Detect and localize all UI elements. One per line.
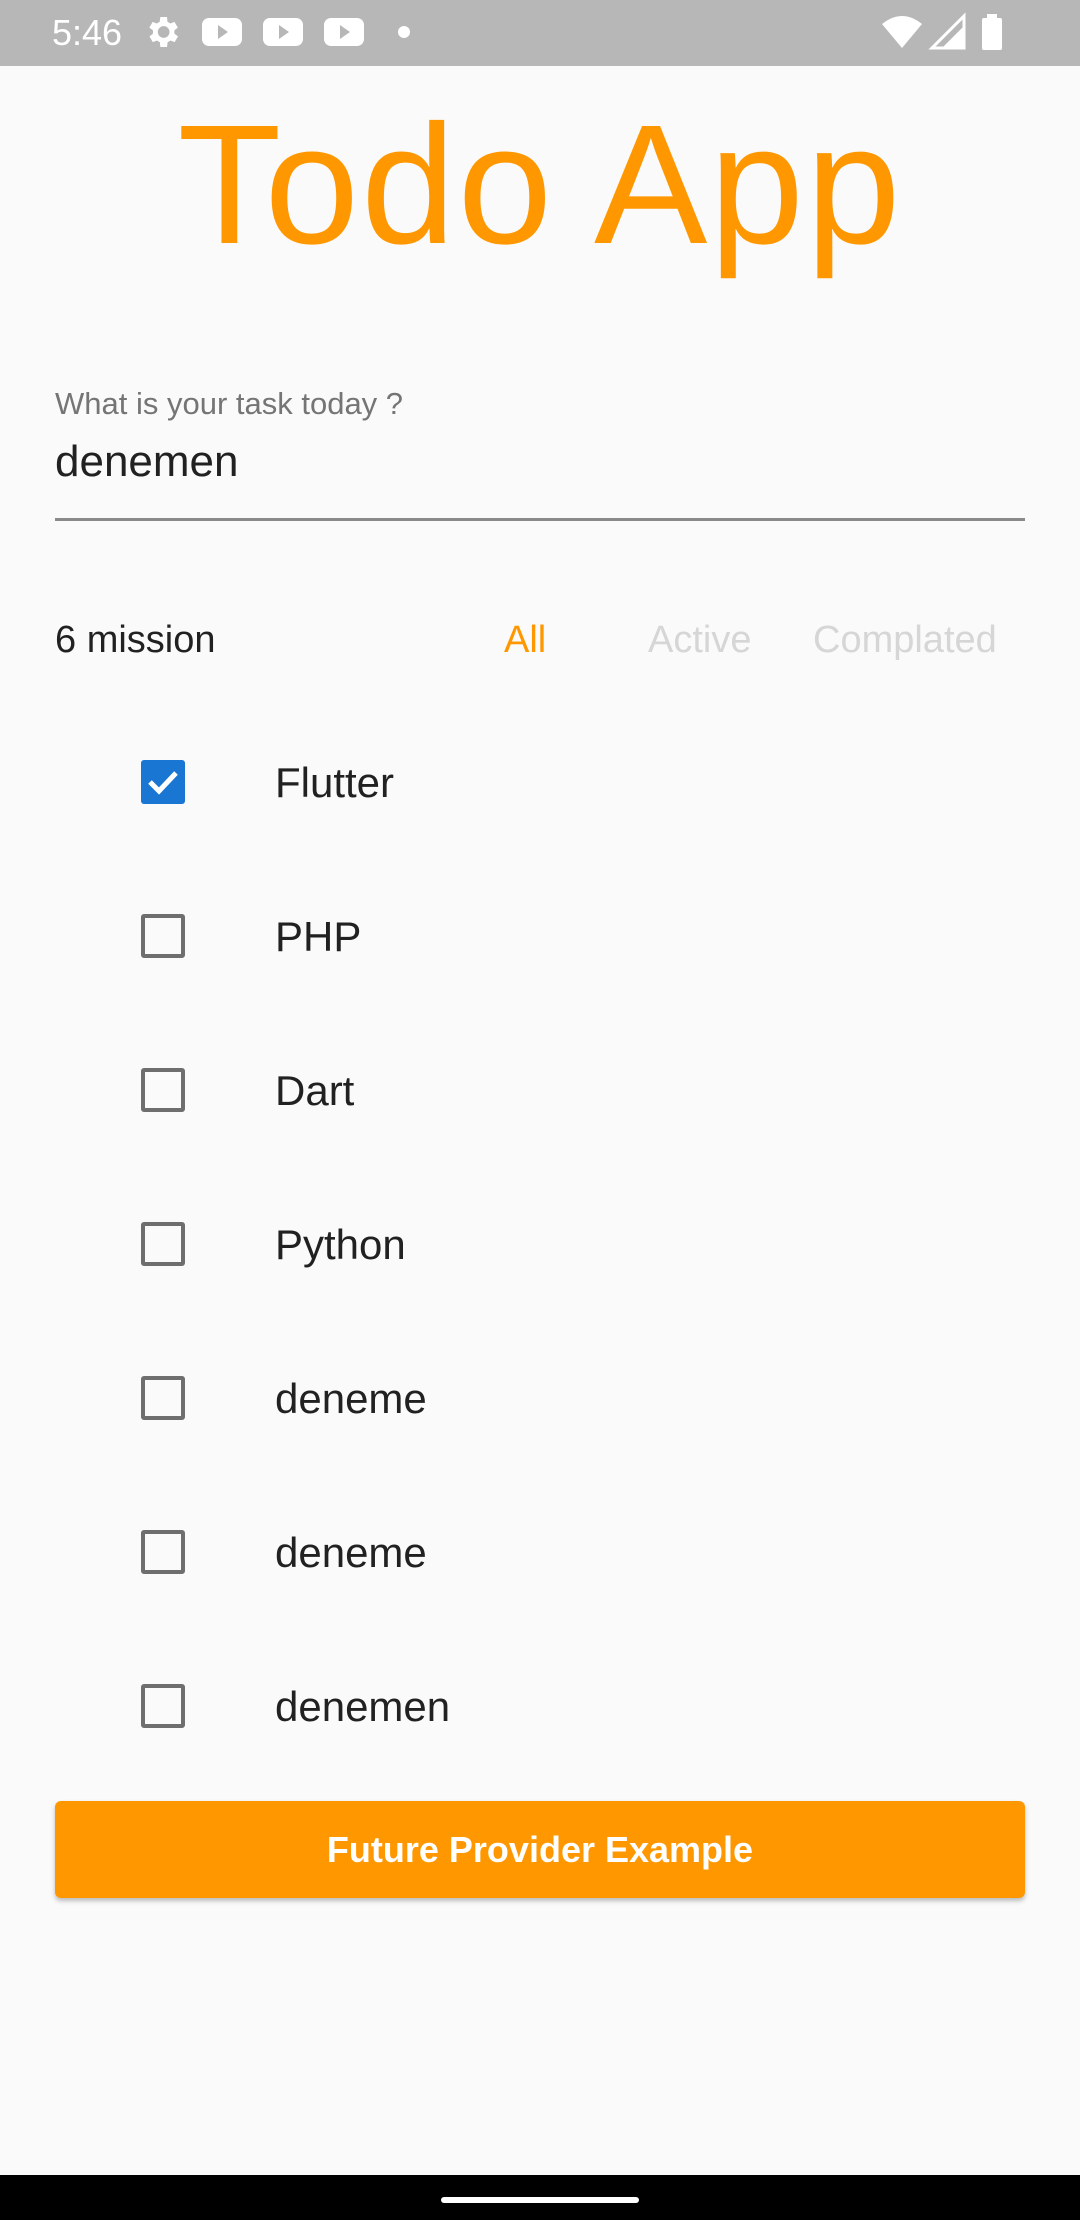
todo-item[interactable]: deneme (0, 1476, 1080, 1630)
status-bar: 5:46 (0, 0, 1080, 66)
dot-icon (396, 12, 412, 57)
todo-checkbox[interactable] (141, 1530, 185, 1574)
task-input-label: What is your task today ? (55, 386, 404, 421)
todo-checkbox[interactable] (141, 1684, 185, 1728)
todo-item[interactable]: deneme (0, 1322, 1080, 1476)
battery-icon (978, 12, 1006, 57)
todo-item[interactable]: PHP (0, 860, 1080, 1014)
youtube-icon (322, 12, 366, 57)
todo-label: deneme (275, 1529, 427, 1576)
todo-label: denemen (275, 1683, 451, 1730)
todo-item[interactable]: Dart (0, 1014, 1080, 1168)
task-input[interactable] (55, 432, 1025, 492)
checkmark-icon (148, 771, 178, 795)
todo-item[interactable]: Flutter (0, 706, 1080, 860)
todo-list: Flutter PHP Dart Python deneme deneme de… (0, 706, 1080, 1784)
todo-item[interactable]: denemen (0, 1630, 1080, 1784)
home-handle[interactable] (441, 2197, 639, 2203)
todo-label: Python (275, 1221, 406, 1268)
filter-all-button[interactable]: All (504, 618, 546, 662)
mission-count: 6 mission (55, 619, 216, 661)
navigation-bar (0, 2175, 1080, 2220)
todo-label: PHP (275, 913, 362, 960)
filter-completed-button[interactable]: Complated (813, 618, 997, 662)
todo-label: deneme (275, 1375, 427, 1422)
todo-checkbox[interactable] (141, 1376, 185, 1420)
todo-item[interactable]: Python (0, 1168, 1080, 1322)
todo-checkbox[interactable] (141, 1222, 185, 1266)
task-input-underline (55, 518, 1025, 521)
youtube-icon (200, 12, 244, 57)
youtube-icon (261, 12, 305, 57)
status-time: 5:46 (52, 12, 123, 53)
filter-active-button[interactable]: Active (648, 618, 751, 662)
gear-icon (142, 12, 182, 57)
todo-label: Dart (275, 1067, 355, 1114)
future-provider-button[interactable]: Future Provider Example (55, 1801, 1025, 1898)
app-title: Todo App (177, 90, 903, 280)
todo-label: Flutter (275, 759, 395, 806)
wifi-icon (880, 12, 924, 57)
signal-icon (928, 12, 968, 57)
todo-checkbox[interactable] (141, 914, 185, 958)
todo-checkbox[interactable] (141, 760, 185, 804)
todo-checkbox[interactable] (141, 1068, 185, 1112)
